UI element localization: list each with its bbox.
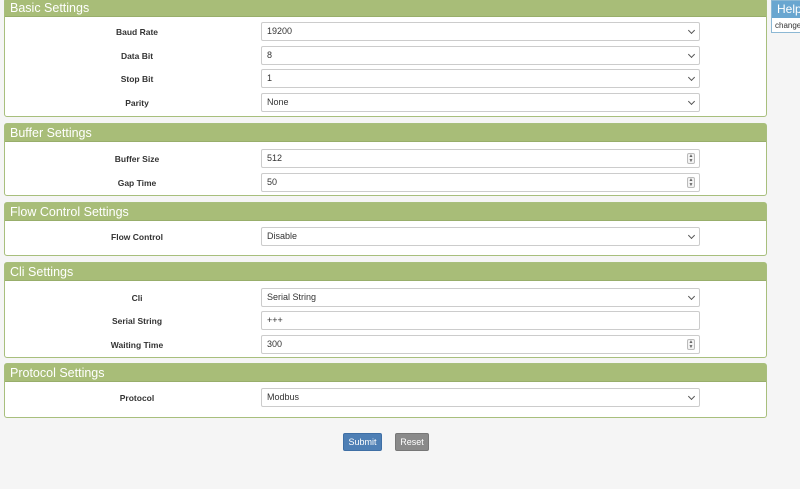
chevron-down-icon — [687, 50, 696, 59]
gap-time-input[interactable]: 50 ▲ ▼ — [261, 173, 700, 192]
cli-row: Cli Serial String — [5, 288, 766, 308]
data-bit-row: Data Bit 8 — [5, 46, 766, 66]
protocol-label: Protocol — [119, 393, 155, 403]
buffer-size-label: Buffer Size — [114, 154, 160, 164]
stop-bit-value: 1 — [267, 73, 273, 83]
waiting-time-label: Waiting Time — [110, 340, 164, 350]
buffer-settings-title: Buffer Settings — [5, 124, 766, 142]
stop-bit-row: Stop Bit 1 — [5, 69, 766, 89]
protocol-row: Protocol Modbus — [5, 388, 766, 408]
data-bit-label: Data Bit — [120, 51, 154, 61]
protocol-select[interactable]: Modbus — [261, 388, 700, 407]
stop-bit-label: Stop Bit — [120, 74, 154, 84]
buffer-size-value: 512 — [267, 153, 283, 163]
flow-control-label: Flow Control — [111, 232, 163, 242]
flow-control-title: Flow Control Settings — [5, 203, 766, 221]
spinner-icon[interactable]: ▲ ▼ — [687, 339, 695, 350]
data-bit-select[interactable]: 8 — [261, 46, 700, 65]
cli-value: Serial String — [267, 292, 317, 302]
reset-button[interactable]: Reset — [395, 433, 429, 451]
protocol-settings-title: Protocol Settings — [5, 364, 766, 382]
baud-rate-select[interactable]: 19200 — [261, 22, 700, 41]
flow-control-value: Disable — [267, 231, 298, 241]
baud-rate-value: 19200 — [267, 26, 293, 36]
parity-row: Parity None — [5, 93, 766, 113]
chevron-down-icon — [687, 73, 696, 82]
basic-settings-panel: Basic Settings Baud Rate 19200 Data Bit … — [4, 0, 767, 117]
waiting-time-value: 300 — [267, 339, 283, 349]
chevron-down-icon — [687, 392, 696, 401]
parity-value: None — [267, 97, 289, 107]
help-panel: Help change — [771, 0, 800, 33]
flow-control-panel: Flow Control Settings Flow Control Disab… — [4, 202, 767, 256]
buffer-size-row: Buffer Size 512 ▲ ▼ — [5, 149, 766, 169]
submit-button[interactable]: Submit — [343, 433, 382, 451]
data-bit-value: 8 — [267, 50, 273, 60]
gap-time-label: Gap Time — [117, 178, 157, 188]
protocol-value: Modbus — [267, 392, 300, 402]
gap-time-value: 50 — [267, 177, 278, 187]
flow-control-select[interactable]: Disable — [261, 227, 700, 246]
chevron-down-icon — [687, 231, 696, 240]
gap-time-row: Gap Time 50 ▲ ▼ — [5, 173, 766, 193]
help-text: change — [775, 21, 800, 30]
parity-label: Parity — [125, 98, 149, 108]
spinner-icon[interactable]: ▲ ▼ — [687, 153, 695, 164]
serial-string-row: Serial String +++ — [5, 311, 766, 331]
chevron-down-icon — [687, 26, 696, 35]
serial-string-label: Serial String — [111, 316, 163, 326]
cli-select[interactable]: Serial String — [261, 288, 700, 307]
stop-bit-select[interactable]: 1 — [261, 69, 700, 88]
cli-settings-panel: Cli Settings Cli Serial String Serial St… — [4, 262, 767, 358]
cli-label: Cli — [131, 293, 143, 303]
protocol-settings-panel: Protocol Settings Protocol Modbus — [4, 363, 767, 418]
waiting-time-row: Waiting Time 300 ▲ ▼ — [5, 335, 766, 355]
buffer-size-input[interactable]: 512 ▲ ▼ — [261, 149, 700, 168]
buffer-settings-panel: Buffer Settings Buffer Size 512 ▲ ▼ Gap T… — [4, 123, 767, 196]
help-title: Help — [772, 1, 800, 18]
spinner-icon[interactable]: ▲ ▼ — [687, 177, 695, 188]
flow-control-row: Flow Control Disable — [5, 227, 766, 247]
parity-select[interactable]: None — [261, 93, 700, 112]
basic-settings-title: Basic Settings — [5, 0, 766, 17]
baud-rate-label: Baud Rate — [115, 27, 159, 37]
serial-string-input[interactable]: +++ — [261, 311, 700, 330]
baud-rate-row: Baud Rate 19200 — [5, 22, 766, 42]
serial-string-value: +++ — [267, 315, 283, 325]
chevron-down-icon — [687, 292, 696, 301]
chevron-down-icon — [687, 97, 696, 106]
cli-settings-title: Cli Settings — [5, 263, 766, 281]
waiting-time-input[interactable]: 300 ▲ ▼ — [261, 335, 700, 354]
